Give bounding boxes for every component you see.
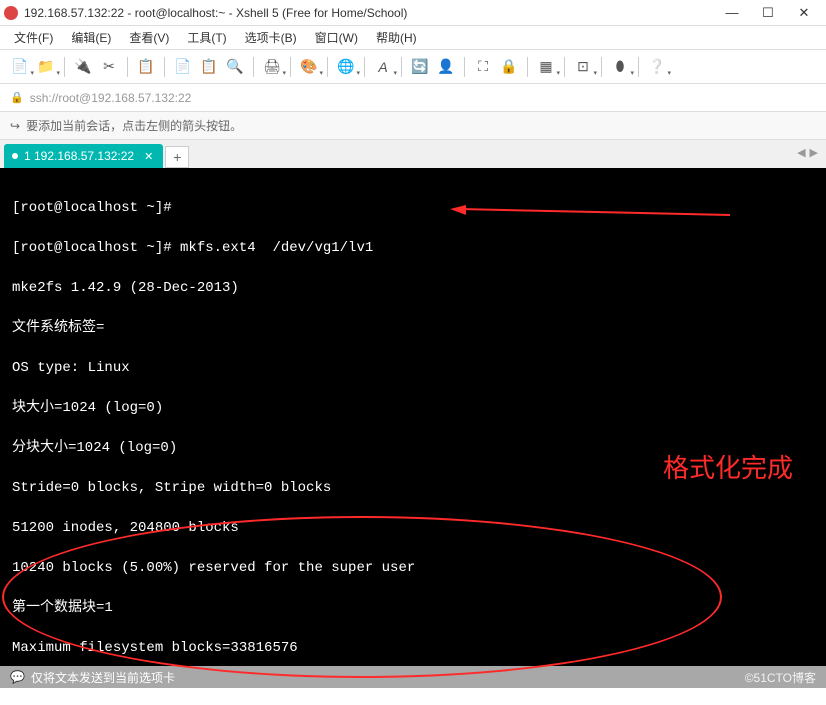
address-text[interactable]: ssh://root@192.168.57.132:22 — [30, 91, 192, 105]
separator — [290, 57, 291, 77]
print-button[interactable]: 🖨 — [260, 55, 284, 79]
menu-bar: 文件(F) 编辑(E) 查看(V) 工具(T) 选项卡(B) 窗口(W) 帮助(… — [0, 26, 826, 50]
separator — [64, 57, 65, 77]
separator — [638, 57, 639, 77]
separator — [164, 57, 165, 77]
highlight-button[interactable]: ⬮ — [608, 55, 632, 79]
find-button[interactable]: 🔍 — [223, 55, 247, 79]
help-button[interactable]: ❔ — [645, 55, 669, 79]
fullscreen-button[interactable]: ⛶ — [471, 55, 495, 79]
terminal-line: 第一个数据块=1 — [12, 598, 814, 618]
close-button[interactable]: ✕ — [786, 1, 822, 25]
menu-tools[interactable]: 工具(T) — [181, 27, 232, 48]
terminal-line: [root@localhost ~]# — [12, 198, 814, 218]
layout-button[interactable]: ▦ — [534, 55, 558, 79]
terminal-line: mke2fs 1.42.9 (28-Dec-2013) — [12, 278, 814, 298]
separator — [127, 57, 128, 77]
xagent-button[interactable]: 👤 — [434, 55, 458, 79]
terminal-line: Maximum filesystem blocks=33816576 — [12, 638, 814, 658]
arrow-icon[interactable]: ↪ — [10, 119, 20, 133]
tab-add-button[interactable]: + — [165, 146, 189, 168]
separator — [564, 57, 565, 77]
terminal-line: 分块大小=1024 (log=0) — [12, 438, 814, 458]
tab-status-icon — [12, 153, 18, 159]
separator — [253, 57, 254, 77]
window-controls: — ☐ ✕ — [714, 1, 822, 25]
separator — [601, 57, 602, 77]
new-session-button[interactable]: 📄 — [8, 55, 32, 79]
encoding-button[interactable]: 🌐 — [334, 55, 358, 79]
lock-icon: 🔒 — [10, 91, 24, 104]
tab-close-icon[interactable]: ✕ — [144, 150, 153, 163]
separator — [364, 57, 365, 77]
copy-button[interactable]: 📄 — [171, 55, 195, 79]
maximize-button[interactable]: ☐ — [750, 1, 786, 25]
separator — [401, 57, 402, 77]
quick-command-button[interactable]: ⊡ — [571, 55, 595, 79]
xftp-button[interactable]: 🔄 — [408, 55, 432, 79]
color-scheme-button[interactable]: 🎨 — [297, 55, 321, 79]
status-bar: 💬 仅将文本发送到当前选项卡 ©51CTO博客 — [0, 666, 826, 688]
separator — [464, 57, 465, 77]
disconnect-button[interactable]: ✂ — [97, 55, 121, 79]
menu-tabs[interactable]: 选项卡(B) — [239, 27, 303, 48]
info-bar: ↪ 要添加当前会话，点击左侧的箭头按钮。 — [0, 112, 826, 140]
open-session-button[interactable]: 📁 — [34, 55, 58, 79]
terminal-line: Stride=0 blocks, Stripe width=0 blocks — [12, 478, 814, 498]
font-button[interactable]: A — [371, 55, 395, 79]
minimize-button[interactable]: — — [714, 1, 750, 25]
terminal-line: 51200 inodes, 204800 blocks — [12, 518, 814, 538]
terminal-line: [root@localhost ~]# mkfs.ext4 /dev/vg1/l… — [12, 238, 814, 258]
window-titlebar: 192.168.57.132:22 - root@localhost:~ - X… — [0, 0, 826, 26]
tab-nav: ◀ ▶ — [797, 146, 818, 159]
paste-button[interactable]: 📋 — [197, 55, 221, 79]
app-icon — [4, 6, 18, 20]
watermark: ©51CTO博客 — [745, 669, 816, 686]
status-text: 仅将文本发送到当前选项卡 — [31, 669, 175, 686]
menu-help[interactable]: 帮助(H) — [370, 27, 423, 48]
toolbar: 📄 📁 🔌 ✂ 📋 📄 📋 🔍 🖨 🎨 🌐 A 🔄 👤 ⛶ 🔒 ▦ ⊡ ⬮ ❔ — [0, 50, 826, 84]
menu-file[interactable]: 文件(F) — [8, 27, 59, 48]
menu-edit[interactable]: 编辑(E) — [65, 27, 117, 48]
address-bar: 🔒 ssh://root@192.168.57.132:22 — [0, 84, 826, 112]
window-title: 192.168.57.132:22 - root@localhost:~ - X… — [24, 6, 714, 20]
properties-button[interactable]: 📋 — [134, 55, 158, 79]
separator — [527, 57, 528, 77]
terminal-line: 文件系统标签= — [12, 318, 814, 338]
terminal-line: OS type: Linux — [12, 358, 814, 378]
terminal-line: 块大小=1024 (log=0) — [12, 398, 814, 418]
reconnect-button[interactable]: 🔌 — [71, 55, 95, 79]
tab-label: 1 192.168.57.132:22 — [24, 149, 134, 163]
menu-view[interactable]: 查看(V) — [123, 27, 175, 48]
lock-button[interactable]: 🔒 — [497, 55, 521, 79]
separator — [327, 57, 328, 77]
tab-bar: 1 192.168.57.132:22 ✕ + ◀ ▶ — [0, 140, 826, 168]
terminal[interactable]: [root@localhost ~]# [root@localhost ~]# … — [0, 168, 826, 666]
tab-prev-icon[interactable]: ◀ — [797, 146, 805, 159]
menu-window[interactable]: 窗口(W) — [309, 27, 364, 48]
tab-next-icon[interactable]: ▶ — [810, 146, 818, 159]
status-icon: 💬 — [10, 670, 25, 684]
info-text: 要添加当前会话，点击左侧的箭头按钮。 — [26, 117, 242, 134]
terminal-line: 10240 blocks (5.00%) reserved for the su… — [12, 558, 814, 578]
tab-active[interactable]: 1 192.168.57.132:22 ✕ — [4, 144, 163, 168]
